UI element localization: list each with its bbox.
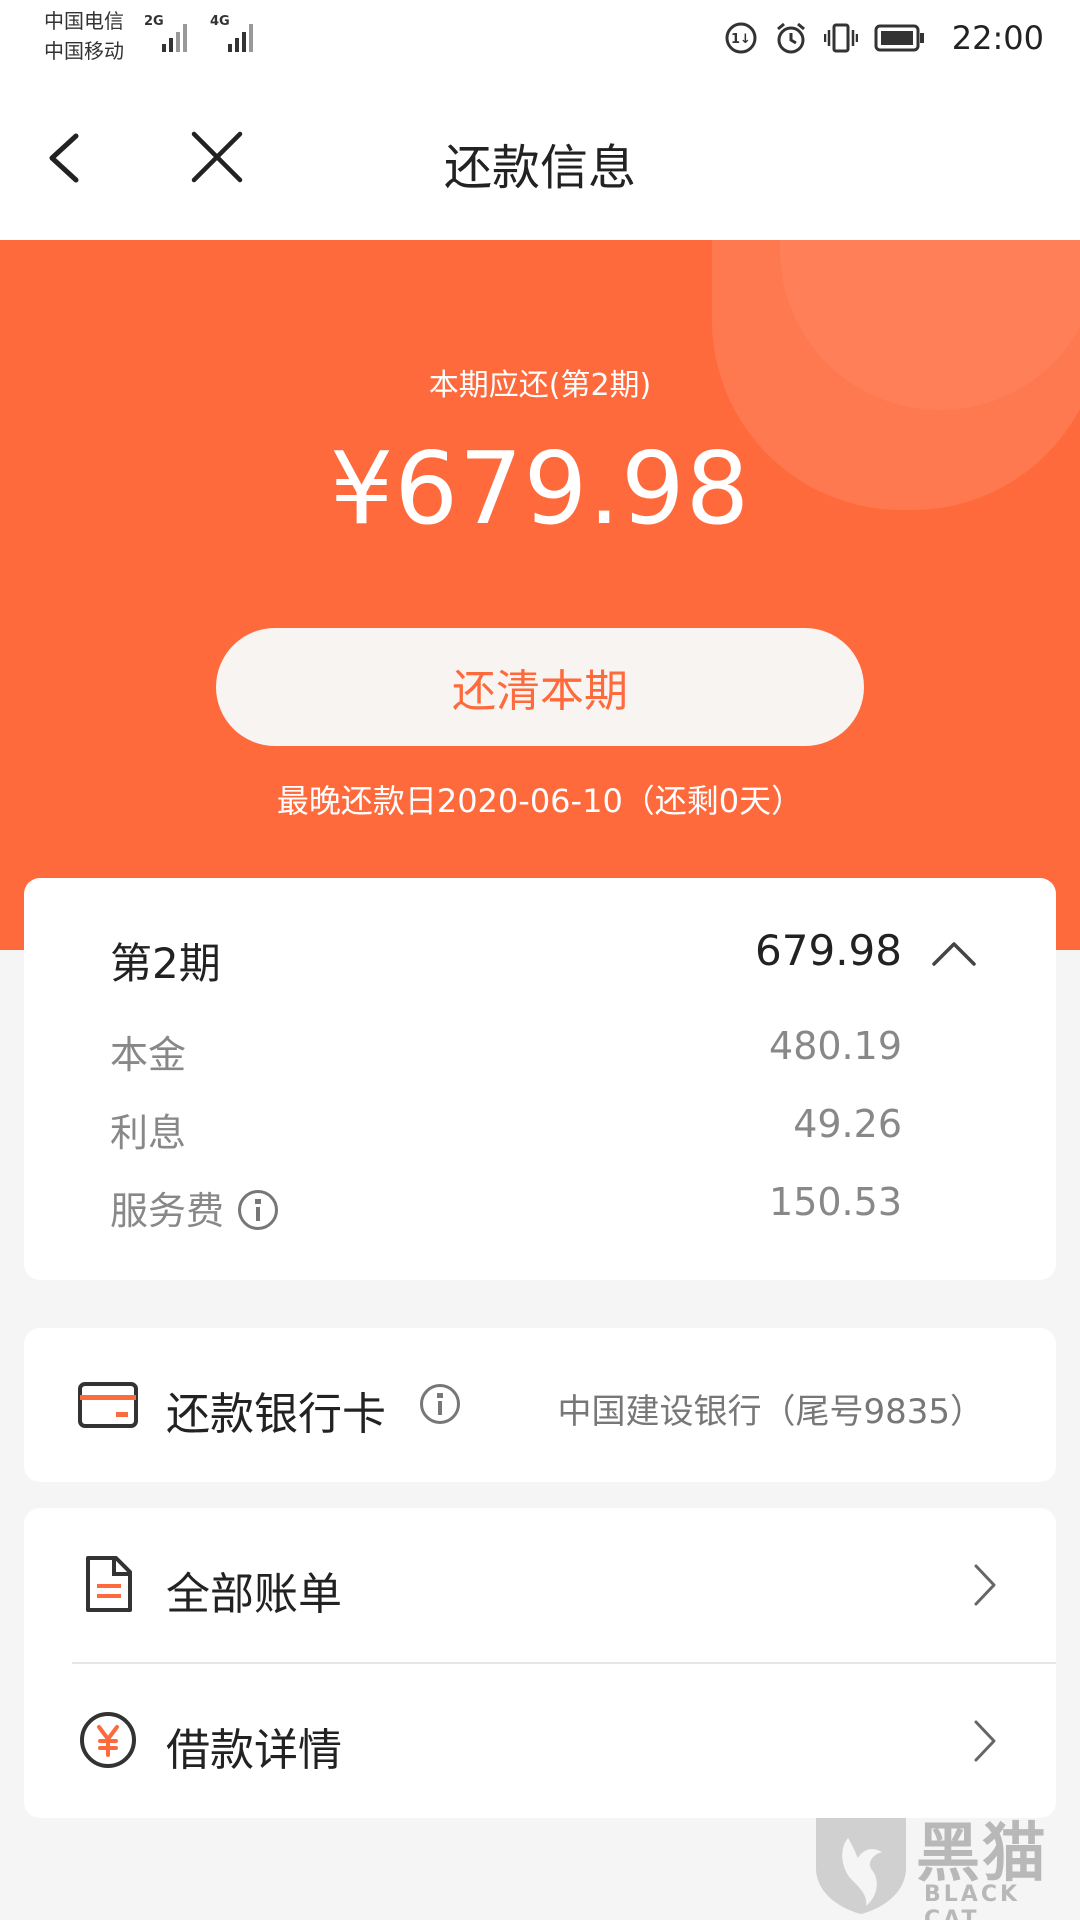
links-card: 全部账单 借款详情 — [24, 1508, 1056, 1818]
chevron-right-icon — [974, 1564, 996, 1606]
breakdown-row-service-fee: 服务费 150.53 — [110, 1180, 902, 1233]
breakdown-value: 150.53 — [769, 1180, 902, 1224]
loan-details-label: 借款详情 — [166, 1725, 342, 1776]
document-icon — [86, 1556, 132, 1612]
status-icons: 1↓ 22:00 — [724, 14, 1044, 62]
card-icon — [78, 1382, 138, 1428]
yuan-circle-icon — [80, 1712, 136, 1768]
breakdown-total: 679.98 — [755, 926, 902, 975]
loan-details-row[interactable]: 借款详情 — [24, 1664, 1056, 1818]
info-icon[interactable] — [238, 1190, 279, 1230]
bank-card-label: 还款银行卡 — [166, 1389, 386, 1440]
chevron-right-icon — [974, 1720, 996, 1762]
pay-off-button[interactable]: 还清本期 — [216, 628, 864, 746]
breakdown-card: 第2期 679.98 本金 480.19 利息 49.26 服务费 150.53 — [24, 878, 1056, 1280]
due-date: 最晚还款日2020-06-10（还剩0天） — [276, 782, 804, 820]
breakdown-label: 利息 — [110, 1111, 187, 1155]
cat-shield-icon — [816, 1818, 906, 1914]
vibrate-icon — [823, 23, 858, 53]
battery-icon — [874, 24, 924, 52]
breakdown-label: 本金 — [110, 1033, 187, 1077]
status-time: 22:00 — [951, 19, 1044, 57]
period-label: 本期应还(第2期) — [428, 368, 652, 403]
svg-text:1↓: 1↓ — [731, 32, 751, 47]
carrier-1: 中国电信 — [44, 9, 124, 33]
nav-bar: 还款信息 — [0, 76, 1080, 240]
carrier-info: 中国电信 中国移动 — [44, 6, 124, 66]
breakdown-label: 服务费 — [110, 1189, 225, 1233]
watermark-logo: 黑猫 BLACK CAT — [806, 1806, 1080, 1920]
data-saver-icon: 1↓ — [725, 22, 757, 54]
signal-2g-icon: 2G — [144, 14, 200, 54]
page: 中国电信 中国移动 2G 4G 1↓ 22:00 还款信息 本期应还(第2期) … — [0, 0, 1080, 1920]
repayment-hero: 本期应还(第2期) ¥679.98 还清本期 最晚还款日2020-06-10（还… — [0, 240, 1080, 950]
signal-2g-tag: 2G — [144, 14, 164, 29]
bank-card-row[interactable]: 还款银行卡 中国建设银行（尾号9835） — [24, 1328, 1056, 1482]
bank-card-value: 中国建设银行（尾号9835） — [557, 1392, 984, 1432]
breakdown-row-interest: 利息 49.26 — [110, 1102, 902, 1155]
status-bar: 中国电信 中国移动 2G 4G 1↓ 22:00 — [0, 0, 1080, 76]
carrier-2: 中国移动 — [44, 39, 124, 63]
all-bills-row[interactable]: 全部账单 — [24, 1508, 1056, 1664]
breakdown-value: 480.19 — [769, 1024, 902, 1068]
signal-4g-tag: 4G — [210, 14, 230, 29]
chevron-up-icon[interactable] — [928, 934, 980, 974]
page-title: 还款信息 — [443, 140, 636, 196]
all-bills-label: 全部账单 — [166, 1569, 342, 1620]
watermark-subtext: BLACK CAT — [924, 1882, 1021, 1920]
watermark-text: 黑猫 — [916, 1817, 1048, 1891]
info-icon[interactable] — [420, 1384, 460, 1424]
signal-4g-icon: 4G — [210, 14, 266, 54]
breakdown-period: 第2期 — [110, 939, 221, 988]
alarm-icon — [776, 22, 805, 54]
breakdown-value: 49.26 — [793, 1102, 902, 1146]
breakdown-row-principal: 本金 480.19 — [110, 1024, 902, 1077]
amount-due: ¥679.98 — [329, 430, 751, 547]
breakdown-label-wrap: 服务费 — [110, 1180, 279, 1235]
